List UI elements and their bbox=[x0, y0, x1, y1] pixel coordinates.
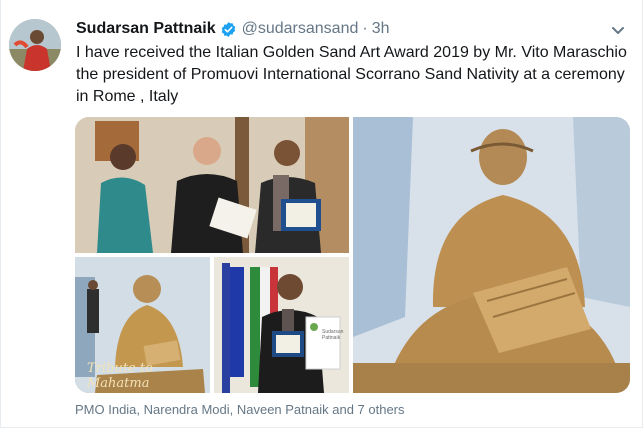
tweet-header: Sudarsan Pattnaik @sudarsansand · 3h bbox=[76, 19, 390, 39]
photo-sand-sculpture-small[interactable]: Tribute to Mahatma bbox=[75, 257, 210, 393]
author-name[interactable]: Sudarsan Pattnaik bbox=[76, 20, 216, 38]
chevron-down-icon[interactable] bbox=[610, 22, 626, 38]
tweet-timestamp[interactable]: 3h bbox=[372, 20, 390, 38]
avatar[interactable] bbox=[9, 19, 61, 71]
tweet-media-grid: Tribute to Mahatma Sudarsan Pattnaik bbox=[75, 117, 630, 393]
author-handle[interactable]: @sudarsansand bbox=[242, 20, 359, 38]
tweet-card[interactable]: Sudarsan Pattnaik @sudarsansand · 3h I h… bbox=[0, 0, 643, 428]
liked-by-text[interactable]: PMO India, Narendra Modi, Naveen Patnaik… bbox=[75, 402, 405, 417]
photo-with-award-flags[interactable]: Sudarsan Pattnaik bbox=[214, 257, 349, 393]
tweet-text: I have received the Italian Golden Sand … bbox=[76, 44, 627, 105]
separator-dot: · bbox=[362, 20, 368, 37]
verified-badge-icon bbox=[220, 21, 237, 38]
photo-sand-sculpture-large[interactable] bbox=[353, 117, 630, 393]
award-card-header: Sudarsan Pattnaik bbox=[322, 329, 344, 341]
sand-caption: Tribute to Mahatma bbox=[87, 361, 153, 391]
photo-award-ceremony[interactable] bbox=[75, 117, 349, 253]
